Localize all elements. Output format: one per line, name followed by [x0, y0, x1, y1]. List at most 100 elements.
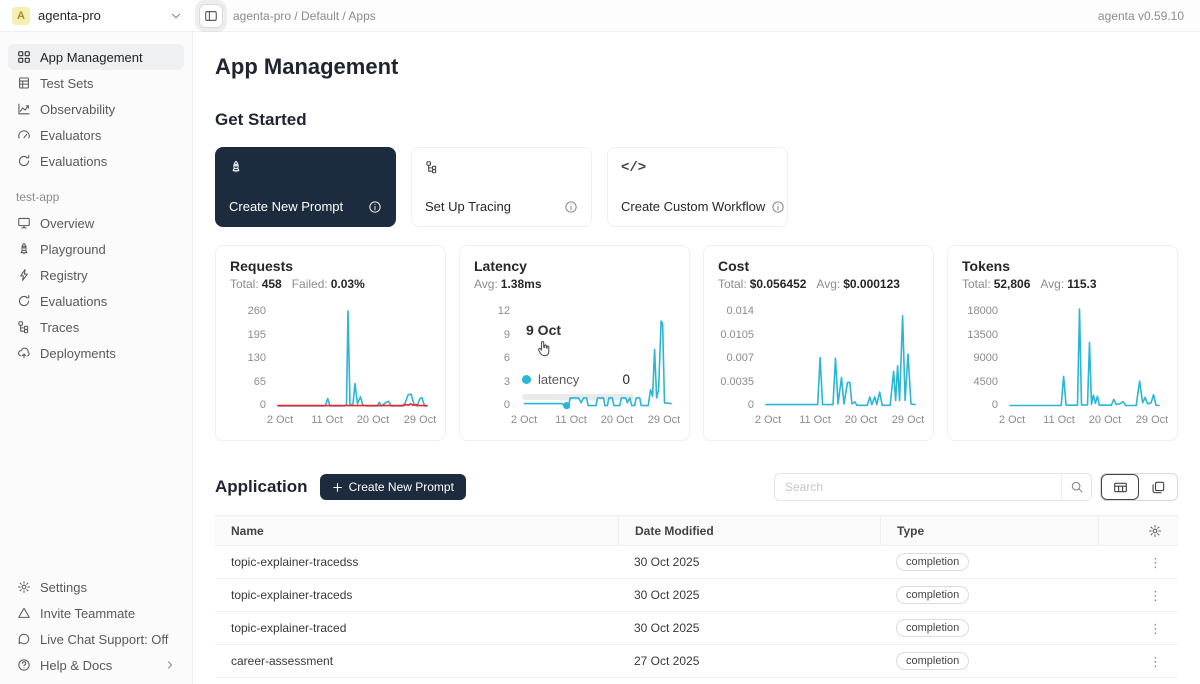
type-cell: completion	[880, 553, 1098, 571]
sidebar-app-group-label: test-app	[16, 190, 176, 204]
plus-icon	[332, 482, 343, 493]
y-tick-label: 0.007	[726, 352, 754, 364]
search-input[interactable]	[775, 480, 1061, 494]
sidebar-item-overview[interactable]: Overview	[8, 210, 184, 236]
info-icon[interactable]	[564, 200, 578, 214]
get-started-card-create-new-prompt[interactable]: Create New Prompt	[215, 147, 396, 227]
column-header-name[interactable]: Name	[215, 516, 618, 545]
requests-chart[interactable]	[275, 305, 430, 411]
search-icon[interactable]	[1061, 474, 1091, 500]
view-toggle	[1100, 473, 1178, 501]
metric-stat: Failed:0.03%	[292, 277, 365, 291]
cloud-upload-icon	[16, 346, 31, 360]
type-cell: completion	[880, 619, 1098, 637]
table-row[interactable]: career-assessment27 Oct 2025 completion ⋮	[215, 645, 1178, 678]
type-cell: completion	[880, 652, 1098, 670]
column-header-type[interactable]: Type	[880, 516, 1098, 545]
y-tick-label: 6	[504, 352, 510, 364]
y-tick-label: 0	[748, 399, 754, 411]
app-name-cell[interactable]: topic-explainer-traced	[215, 621, 618, 635]
rocket-icon	[229, 160, 382, 174]
tooltip-series-row: latency0	[518, 370, 634, 389]
table-body: topic-explainer-tracedss 30 Oct 2025 compl…	[215, 546, 1178, 678]
date-modified-cell: 27 Oct 2025	[618, 654, 880, 668]
x-tick-label: 2 Oct	[755, 414, 781, 426]
row-menu-button[interactable]: ⋮	[1149, 556, 1162, 569]
metric-stat: Total:52,806	[962, 277, 1030, 291]
sidebar-item-label: Evaluations	[40, 154, 107, 169]
create-new-prompt-button-label: Create New Prompt	[349, 480, 454, 494]
y-tick-label: 3	[504, 376, 510, 388]
get-started-card-label: Set Up Tracing	[425, 199, 511, 214]
type-badge: completion	[896, 652, 969, 670]
app-name-cell[interactable]: topic-explainer-tracedss	[215, 555, 618, 569]
column-settings-button[interactable]	[1098, 516, 1178, 545]
get-started-card-create-custom-workflow[interactable]: </>Create Custom Workflow	[607, 147, 788, 227]
sidebar-item-deployments[interactable]: Deployments	[8, 340, 184, 366]
row-menu-button[interactable]: ⋮	[1149, 589, 1162, 602]
x-tick-label: 29 Oct	[1136, 414, 1168, 426]
metric-title: Latency	[474, 258, 675, 274]
breadcrumb[interactable]: agenta-pro / Default / Apps	[233, 9, 376, 23]
chevron-right-icon	[164, 659, 176, 671]
sidebar-item-evaluations[interactable]: Evaluations	[8, 148, 184, 174]
sidebar-item-registry[interactable]: Registry	[8, 262, 184, 288]
sidebar-item-evaluators[interactable]: Evaluators	[8, 122, 184, 148]
sidebar-item-playground[interactable]: Playground	[8, 236, 184, 262]
gear-icon	[16, 580, 31, 594]
refresh-icon	[16, 154, 31, 168]
sidebar-item-label: Overview	[40, 216, 94, 231]
test-sets-icon	[16, 76, 31, 90]
chart-tooltip: 9 Octlatency0	[526, 322, 561, 338]
sidebar-bottom-group: SettingsInvite TeammateLive Chat Support…	[0, 574, 192, 684]
sidebar-toggle-button[interactable]	[199, 4, 223, 28]
monitor-icon	[16, 216, 31, 230]
metric-card-tokens: TokensTotal:52,806Avg:115.31800013500900…	[947, 245, 1178, 441]
sidebar-item-traces[interactable]: Traces	[8, 314, 184, 340]
sidebar-item-app-management[interactable]: App Management	[8, 44, 184, 70]
get-started-card-set-up-tracing[interactable]: Set Up Tracing	[411, 147, 592, 227]
card-view-button[interactable]	[1139, 474, 1177, 500]
sidebar-item-evaluations[interactable]: Evaluations	[8, 288, 184, 314]
row-menu-button[interactable]: ⋮	[1149, 655, 1162, 668]
get-started-title: Get Started	[215, 110, 1178, 130]
table-row[interactable]: topic-explainer-traced30 Oct 2025complet…	[215, 612, 1178, 645]
date-modified-cell: 30 Oct 2025	[618, 588, 880, 602]
cost-chart[interactable]	[763, 305, 918, 411]
sidebar-item-test-sets[interactable]: Test Sets	[8, 70, 184, 96]
table-row[interactable]: topic-explainer-traceds30 Oct 2025comple…	[215, 579, 1178, 612]
tokens-chart[interactable]	[1007, 305, 1162, 411]
table-row[interactable]: topic-explainer-tracedss30 Oct 2025compl…	[215, 546, 1178, 579]
table-header: NameDate ModifiedType	[215, 516, 1178, 546]
sidebar-item-settings[interactable]: Settings	[8, 574, 184, 600]
info-icon[interactable]	[771, 200, 785, 214]
sidebar-item-invite-teammate[interactable]: Invite Teammate	[8, 600, 184, 626]
x-tick-label: 29 Oct	[892, 414, 924, 426]
tree-icon	[16, 320, 31, 334]
gear-icon	[1148, 524, 1162, 538]
y-tick-label: 18000	[967, 305, 998, 317]
sidebar-item-help-docs[interactable]: Help & Docs	[8, 652, 184, 678]
y-tick-label: 195	[248, 329, 266, 341]
tooltip-date: 9 Oct	[526, 322, 561, 338]
x-tick-label: 11 Oct	[799, 414, 831, 426]
x-tick-label: 20 Oct	[1089, 414, 1121, 426]
column-header-date-modified[interactable]: Date Modified	[618, 516, 880, 545]
row-menu-button[interactable]: ⋮	[1149, 622, 1162, 635]
code-icon: </>	[621, 160, 774, 176]
info-icon[interactable]	[368, 200, 382, 214]
sidebar-item-live-chat-support-off[interactable]: Live Chat Support: Off	[8, 626, 184, 652]
search-box	[774, 473, 1092, 501]
create-new-prompt-button[interactable]: Create New Prompt	[320, 474, 466, 500]
x-tick-label: 20 Oct	[357, 414, 389, 426]
tooltip-value: 0	[622, 372, 630, 387]
refresh-icon	[16, 294, 31, 308]
workspace-selector[interactable]: A agenta-pro	[0, 0, 193, 31]
x-tick-label: 11 Oct	[1043, 414, 1075, 426]
y-tick-label: 0	[504, 399, 510, 411]
sidebar-item-observability[interactable]: Observability	[8, 96, 184, 122]
app-name-cell[interactable]: career-assessment	[215, 654, 618, 668]
y-tick-label: 9000	[974, 352, 998, 364]
table-view-button[interactable]	[1101, 474, 1139, 500]
app-name-cell[interactable]: topic-explainer-traceds	[215, 588, 618, 602]
